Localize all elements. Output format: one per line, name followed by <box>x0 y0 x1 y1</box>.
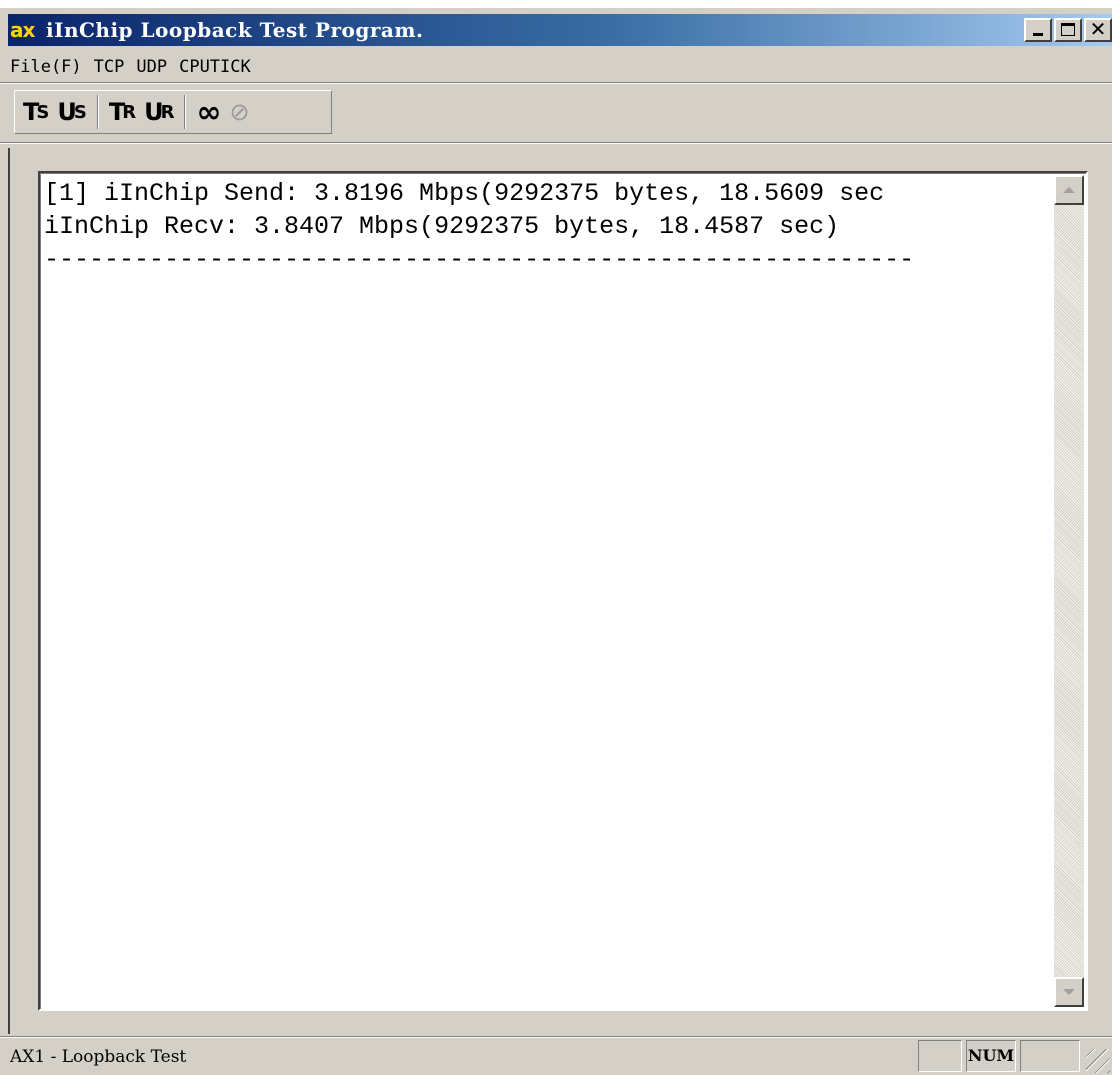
output-text[interactable]: [1] iInChip Send: 3.8196 Mbps(9292375 by… <box>44 177 1054 1007</box>
arrow-down-icon <box>1063 989 1075 995</box>
loop-button[interactable]: ∞ <box>192 94 225 130</box>
menu-tcp[interactable]: TCP <box>88 53 131 81</box>
menu-bar: File(F) TCP UDP CPUTICK <box>8 52 257 82</box>
menu-cputick[interactable]: CPUTICK <box>173 53 257 81</box>
close-icon: ✕ <box>1089 17 1107 41</box>
arrow-up-icon <box>1063 187 1075 193</box>
udp-recv-icon-main: U <box>144 98 163 126</box>
close-button[interactable]: ✕ <box>1084 18 1112 42</box>
maximize-icon <box>1061 23 1075 36</box>
tcp-recv-button[interactable]: TR <box>105 94 140 130</box>
udp-recv-icon-sub: R <box>160 101 175 123</box>
toolbar-separator <box>184 95 187 129</box>
tcp-send-icon-main: T <box>23 98 39 126</box>
resize-grip[interactable] <box>1086 1049 1110 1073</box>
status-pane-num: NUM <box>966 1040 1016 1072</box>
status-message: AX1 - Loopback Test <box>10 1047 187 1067</box>
vertical-scrollbar[interactable] <box>1054 175 1084 1007</box>
stop-button[interactable]: ⊘ <box>225 94 253 130</box>
tcp-send-button[interactable]: TS <box>19 94 53 130</box>
status-pane-scroll <box>1020 1040 1080 1072</box>
maximize-button[interactable] <box>1054 18 1082 42</box>
udp-send-icon-sub: S <box>73 101 87 123</box>
toolbar: TS US TR UR ∞ ⊘ <box>14 90 332 134</box>
menu-file[interactable]: File(F) <box>8 53 88 81</box>
menu-udp[interactable]: UDP <box>130 53 173 81</box>
output-line: iInChip Recv: 3.8407 Mbps(9292375 bytes,… <box>44 212 840 241</box>
menu-divider <box>0 82 1112 84</box>
infinity-icon: ∞ <box>196 94 222 130</box>
status-divider <box>0 1036 1112 1038</box>
tcp-send-icon-sub: S <box>36 101 50 123</box>
status-pane-caps <box>918 1040 962 1072</box>
output-textbox[interactable]: [1] iInChip Send: 3.8196 Mbps(9292375 by… <box>38 171 1088 1011</box>
udp-send-icon-main: U <box>57 98 76 126</box>
output-line: [1] iInChip Send: 3.8196 Mbps(9292375 by… <box>44 179 885 208</box>
udp-recv-button[interactable]: UR <box>140 94 178 130</box>
tcp-recv-icon-sub: R <box>122 101 137 123</box>
minimize-button[interactable] <box>1024 18 1052 42</box>
title-bar[interactable]: ax iInChip Loopback Test Program. ✕ <box>8 14 1112 46</box>
udp-send-button[interactable]: US <box>53 94 90 130</box>
caption-buttons: ✕ <box>1024 18 1112 42</box>
scroll-down-button[interactable] <box>1054 977 1084 1007</box>
stop-icon: ⊘ <box>229 98 250 126</box>
scroll-up-button[interactable] <box>1054 175 1084 205</box>
toolbar-separator <box>96 95 99 129</box>
minimize-icon <box>1033 33 1043 36</box>
output-line: ----------------------------------------… <box>44 245 915 274</box>
toolbar-divider <box>0 142 1112 144</box>
window-title: iInChip Loopback Test Program. <box>46 18 424 42</box>
app-icon: ax <box>10 18 35 42</box>
tcp-recv-icon-main: T <box>108 98 125 126</box>
